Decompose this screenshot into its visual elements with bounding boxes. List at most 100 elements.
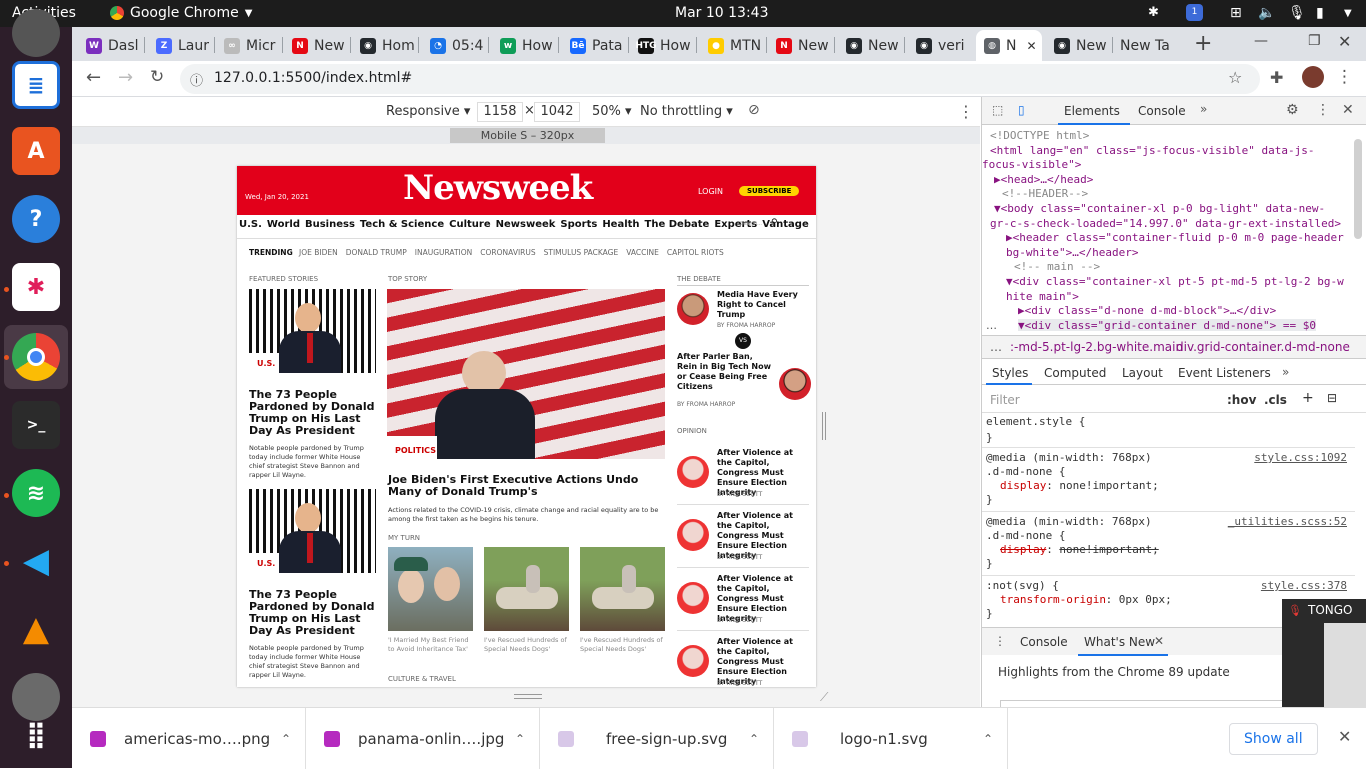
hov-toggle[interactable]: :hov (1227, 393, 1256, 407)
styles-tab[interactable]: Event Listeners (1178, 366, 1271, 380)
my-turn-caption[interactable]: 'I Married My Best Friend to Avoid Inher… (388, 636, 476, 654)
featured-tag[interactable]: U.S. (257, 359, 275, 368)
bookmark-star-icon[interactable]: ☆ (1228, 68, 1242, 87)
nav-item[interactable]: Newsweek (496, 219, 556, 230)
debate-title-1[interactable]: Media Have Every Right to Cancel Trump (717, 290, 807, 320)
browser-tab[interactable]: ◉ New (838, 30, 904, 61)
dom-node[interactable]: focus-visible"> (982, 158, 1081, 171)
chrome-menu-icon[interactable]: ⋮ (1336, 67, 1353, 87)
browser-tab[interactable]: N New (768, 30, 834, 61)
css-property[interactable]: transform-origin (1000, 593, 1106, 606)
nav-item[interactable]: U.S. (239, 219, 262, 230)
nav-item[interactable]: Health (602, 219, 639, 230)
chevron-up-icon[interactable]: ⌃ (983, 732, 993, 746)
search-icon[interactable]: ⚲ (771, 218, 778, 228)
media-query-label[interactable]: Mobile S – 320px (450, 128, 605, 143)
featured-photo[interactable]: U.S. (249, 289, 376, 373)
device-more-icon[interactable]: ⋮ (958, 102, 974, 121)
dom-node[interactable]: <!DOCTYPE html> (990, 129, 1089, 142)
terminal-icon[interactable]: >_ (12, 401, 60, 449)
profile-avatar[interactable] (1302, 66, 1324, 88)
throttle-select[interactable]: No throttling ▾ (640, 104, 733, 119)
close-window-button[interactable]: ✕ (1338, 32, 1351, 51)
chrome-dock-icon[interactable] (12, 333, 60, 381)
css-source-link[interactable]: _utilities.scss:52 (1228, 515, 1347, 528)
trending-link[interactable]: STIMULUS PACKAGE (544, 248, 619, 257)
back-icon[interactable]: ← (86, 67, 101, 88)
browser-tab[interactable]: HTG How (630, 30, 696, 61)
dom-node[interactable]: bg-white">…</header> (1006, 246, 1138, 259)
search-input[interactable]: Search... (740, 221, 762, 227)
minimize-button[interactable]: — (1254, 33, 1268, 49)
css-rules-pane[interactable]: element.style {} @media (min-width: 768px… (982, 413, 1355, 627)
slack-tray-icon[interactable]: ✱ (1148, 5, 1159, 20)
opinion-author-avatar[interactable] (677, 456, 709, 488)
css-selector[interactable]: .d-md-none { (986, 529, 1065, 542)
device-select[interactable]: Responsive ▾ (386, 104, 470, 119)
css-value[interactable]: none!important; (1059, 543, 1158, 556)
nav-item[interactable]: Business (305, 219, 355, 230)
trending-link[interactable]: CORONAVIRUS (480, 248, 535, 257)
debate-title-2[interactable]: After Parler Ban, Rein in Big Tech Now o… (677, 352, 772, 392)
more-tabs-icon[interactable]: » (1200, 102, 1207, 116)
vlc-icon[interactable]: ▲ (12, 605, 60, 653)
dom-node[interactable]: hite main"> (1006, 290, 1079, 303)
download-item[interactable]: logo-n1.svg ⌃ (792, 708, 1008, 769)
opinion-author-avatar[interactable] (677, 519, 709, 551)
styles-tab[interactable]: Computed (1044, 366, 1106, 380)
trending-link[interactable]: CAPITOL RIOTS (667, 248, 724, 257)
dom-node[interactable]: <html lang="en" class="js-focus-visible"… (990, 144, 1315, 157)
sidebar-toggle-icon[interactable]: ⊟ (1327, 391, 1337, 405)
styles-tab[interactable]: Styles (992, 366, 1028, 380)
featured-photo[interactable]: U.S. (249, 489, 376, 573)
new-rule-icon[interactable]: + (1302, 390, 1314, 406)
trending-link[interactable]: DONALD TRUMP (346, 248, 407, 257)
cls-toggle[interactable]: .cls (1264, 393, 1287, 407)
height-input[interactable]: 1042 (534, 102, 580, 122)
maximize-button[interactable]: ❐ (1308, 33, 1321, 49)
resize-handle-right[interactable] (822, 412, 826, 440)
browser-tab[interactable]: ∞ Micr (216, 30, 282, 61)
dom-node[interactable]: gr-c-s-check-loaded="14.997.0" data-gr-e… (990, 217, 1341, 230)
browser-tab[interactable]: ◉ veri (908, 30, 974, 61)
my-turn-photo[interactable] (388, 547, 473, 631)
nav-item[interactable]: Vantage (762, 219, 809, 230)
browser-tab[interactable]: N New (284, 30, 350, 61)
close-tab-icon[interactable]: ✕ (1026, 39, 1036, 53)
opinion-author-avatar[interactable] (677, 645, 709, 677)
app-menu[interactable]: Google Chrome ▼ (110, 5, 252, 21)
dom-tree[interactable]: <!DOCTYPE html> <html lang="en" class="js… (982, 127, 1355, 331)
css-selector[interactable]: element.style { (986, 415, 1085, 428)
opinion-author-avatar[interactable] (677, 582, 709, 614)
show-apps-icon[interactable]: ⣿ (12, 711, 60, 759)
chevron-up-icon[interactable]: ⌃ (515, 732, 525, 746)
styles-filter-input[interactable]: Filter (990, 393, 1020, 407)
featured-title[interactable]: The 73 People Pardoned by Donald Trump o… (249, 389, 376, 437)
browser-tab[interactable]: ● MTN (700, 30, 766, 61)
chevron-up-icon[interactable]: ⌃ (281, 732, 291, 746)
dock-app-partial-icon[interactable] (12, 9, 60, 57)
styles-tab[interactable]: Layout (1122, 366, 1163, 380)
dom-node[interactable]: ▼<div class="grid-container d-md-none"> … (1018, 318, 1317, 331)
subscribe-button[interactable]: SUBSCRIBE (739, 186, 800, 196)
reload-icon[interactable]: ↻ (150, 67, 164, 87)
slack-icon[interactable]: ✱ (12, 263, 60, 311)
devtools-menu-icon[interactable]: ⋮ (1316, 102, 1330, 118)
zoom-select[interactable]: 50% ▾ (592, 104, 632, 119)
drawer-menu-icon[interactable]: ⋮ (994, 634, 1006, 648)
inspect-element-icon[interactable]: ⬚ (992, 103, 1003, 117)
my-turn-photo[interactable] (580, 547, 665, 631)
width-input[interactable]: 1158 (477, 102, 523, 122)
browser-tab[interactable]: W Dasl (78, 30, 144, 61)
browser-tab[interactable]: w How (492, 30, 558, 61)
top-story-tag[interactable]: POLITICS (395, 446, 436, 455)
text-editor-icon[interactable]: ≣ (12, 61, 60, 109)
breadcrumb-item-2[interactable]: div.grid-container.d-md-none (1176, 340, 1350, 354)
help-icon[interactable]: ? (12, 195, 60, 243)
download-item[interactable]: panama-onlin….jpg ⌃ (324, 708, 540, 769)
rotate-icon[interactable]: ⊘ (748, 102, 760, 118)
download-item[interactable]: free-sign-up.svg ⌃ (558, 708, 774, 769)
dom-node[interactable]: ▼<div class="container-xl pt-5 pt-md-5 p… (1006, 275, 1344, 288)
nav-item[interactable]: Culture (449, 219, 491, 230)
login-link[interactable]: LOGIN (698, 187, 723, 196)
